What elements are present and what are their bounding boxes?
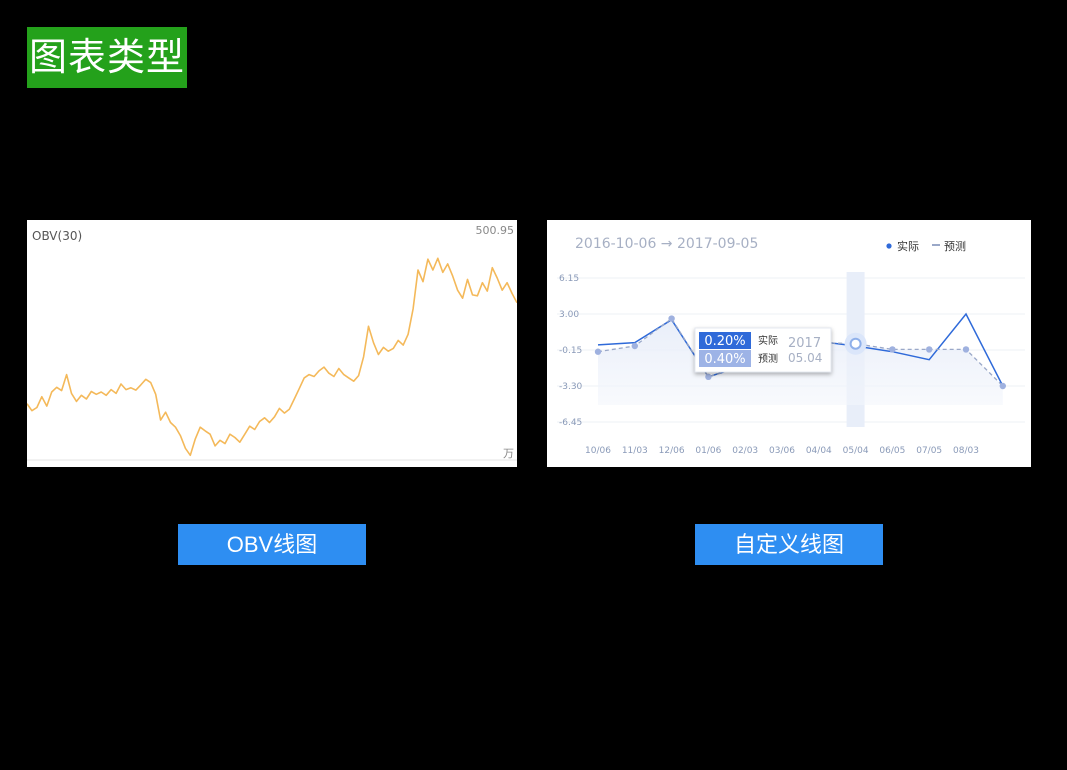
obv-series-line [27, 257, 517, 457]
obv-unit-label: 万 [503, 447, 514, 460]
y-axis-ticks: 6.15 3.00 -0.15 -3.30 -6.45 [559, 274, 583, 428]
page-title: 图表类型 [27, 27, 187, 88]
forecast-point [705, 373, 712, 381]
x-tick-label: 05/04 [843, 446, 869, 456]
tooltip-year: 2017 [788, 336, 821, 351]
obv-max-label: 500.95 [476, 224, 515, 237]
forecast-point [962, 346, 970, 353]
y-tick-label: 3.00 [559, 310, 579, 320]
y-tick-label: -0.15 [559, 346, 582, 356]
x-tick-label: 11/03 [622, 446, 648, 456]
legend-actual-label: 实际 [897, 239, 919, 253]
obv-chart-label: OBV(30) [32, 229, 82, 243]
custom-chart-caption[interactable]: 自定义线图 [695, 524, 883, 565]
forecast-point [668, 315, 675, 322]
chart-legend: 实际 预测 [886, 239, 966, 253]
x-tick-label: 03/06 [769, 446, 795, 456]
x-tick-label: 04/04 [806, 446, 832, 456]
obv-chart-caption[interactable]: OBV线图 [178, 524, 366, 565]
x-tick-label: 08/03 [953, 446, 979, 456]
obv-chart-panel: OBV(30) 500.95 万 [27, 220, 517, 467]
x-tick-label: 12/06 [659, 446, 685, 456]
y-tick-label: -3.30 [559, 382, 583, 392]
forecast-point [594, 348, 602, 355]
custom-line-chart: 2016-10-06 → 2017-09-05 实际 预测 6.15 3.00 -0… [557, 236, 1025, 456]
tooltip-actual-value: 0.20% [704, 334, 745, 349]
x-tick-label: 07/05 [916, 446, 942, 456]
forecast-point [631, 342, 638, 350]
x-tick-label: 01/06 [695, 446, 721, 456]
legend-actual-marker [886, 243, 892, 249]
x-tick-label: 10/06 [585, 446, 611, 456]
tooltip-forecast-label: 预测 [758, 352, 778, 365]
tooltip-forecast-value: 0.40% [704, 352, 745, 367]
x-tick-label: 02/03 [732, 446, 758, 456]
tooltip-date: 05.04 [788, 351, 822, 365]
x-axis-ticks: 10/06 11/03 12/06 01/06 02/03 03/06 04/04 05/04… [585, 446, 979, 456]
forecast-point [889, 346, 896, 353]
x-tick-label: 06/05 [879, 446, 905, 456]
forecast-point [999, 382, 1006, 390]
y-tick-label: 6.15 [559, 274, 579, 284]
custom-chart-panel: 2016-10-06 → 2017-09-05 实际 预测 6.15 3.00 -0… [547, 220, 1031, 467]
tooltip-actual-label: 实际 [758, 334, 778, 347]
highlight-point-marker [844, 332, 867, 355]
obv-chart: OBV(30) 500.95 万 [27, 224, 517, 461]
date-range-label: 2016-10-06 → 2017-09-05 [575, 236, 758, 252]
y-tick-label: -6.45 [559, 418, 582, 428]
forecast-point [926, 346, 933, 353]
legend-forecast-label: 预测 [944, 240, 966, 253]
highlight-point [849, 337, 862, 350]
